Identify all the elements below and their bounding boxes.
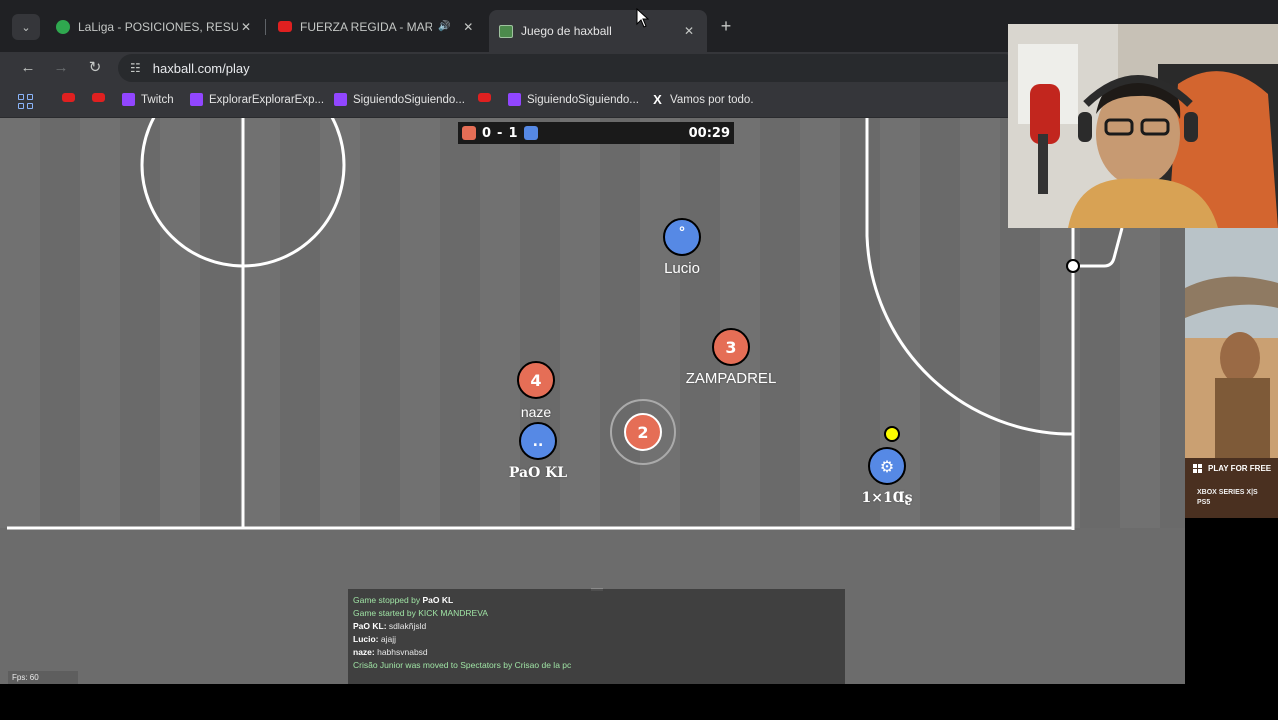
bookmark-explorar[interactable]: ExplorarExplorarExp... bbox=[190, 93, 324, 106]
fps-counter: Fps: 60 bbox=[8, 671, 78, 684]
tab-laliga[interactable]: LaLiga - POSICIONES, RESULTADOS ✕ bbox=[46, 10, 264, 43]
scoreboard: 0 - 1 00:29 bbox=[458, 122, 734, 144]
youtube-icon bbox=[92, 93, 105, 102]
back-button[interactable]: ← bbox=[18, 58, 38, 78]
chat-line: Crisão Junior was moved to Spectators by… bbox=[353, 660, 572, 670]
windows-icon bbox=[1193, 464, 1202, 473]
x-icon: X bbox=[653, 92, 662, 107]
bookmark-twitch[interactable]: Twitch bbox=[122, 93, 174, 106]
twitch-icon bbox=[334, 93, 347, 106]
streamer-video-image bbox=[1008, 24, 1278, 228]
url-text: haxball.com/play bbox=[152, 60, 250, 76]
chat-line: Game started by KICK MANDREVA bbox=[353, 608, 488, 618]
address-bar[interactable]: ☷ haxball.com/play bbox=[118, 54, 1018, 82]
player-pao-kl: .. bbox=[519, 422, 557, 460]
player-avatar: 2 bbox=[637, 423, 648, 442]
chat-log[interactable]: Game stopped by PaO KL Game started by K… bbox=[348, 589, 845, 684]
player-1x1as: ⚙ bbox=[868, 447, 906, 485]
ad-artwork-image bbox=[1185, 228, 1278, 518]
chat-line: Lucio: ajajj bbox=[353, 634, 396, 644]
chat-line: PaO KL: sdlakñjsld bbox=[353, 621, 427, 631]
tab-title: FUERZA REGIDA - MARLBORO bbox=[300, 19, 433, 34]
bookmark-vamos[interactable]: X Vamos por todo. bbox=[651, 92, 753, 107]
tab-divider bbox=[265, 19, 266, 35]
player-avatar: ° bbox=[679, 225, 686, 241]
player-avatar: 3 bbox=[725, 338, 736, 357]
ad-play-for-free[interactable]: PLAY FOR FREE bbox=[1193, 464, 1271, 473]
youtube-icon bbox=[478, 93, 491, 102]
player-name-naze: naze bbox=[520, 404, 552, 420]
youtube-icon bbox=[62, 93, 75, 102]
close-icon[interactable]: ✕ bbox=[460, 20, 476, 34]
tab-fuerza-regida[interactable]: FUERZA REGIDA - MARLBORO 🔊 ✕ bbox=[268, 10, 486, 43]
speaker-icon[interactable]: 🔊 bbox=[438, 21, 450, 32]
forward-button[interactable]: → bbox=[51, 58, 71, 78]
close-icon[interactable]: ✕ bbox=[681, 24, 697, 38]
youtube-favicon-icon bbox=[278, 21, 292, 32]
bookmark-siguiendo-1[interactable]: SiguiendoSiguiendo... bbox=[334, 93, 465, 106]
bookmark-siguiendo-2[interactable]: SiguiendoSiguiendo... bbox=[508, 93, 639, 106]
mouse-cursor-icon bbox=[636, 8, 650, 28]
blue-score: 1 bbox=[508, 125, 518, 141]
player-name-pao-kl: PaO KL bbox=[508, 465, 568, 481]
new-tab-button[interactable]: + bbox=[716, 16, 736, 36]
apps-grid-icon[interactable] bbox=[18, 94, 33, 109]
match-timer: 00:29 bbox=[688, 125, 730, 141]
score-separator: - bbox=[497, 125, 503, 141]
haxball-favicon-icon bbox=[499, 24, 513, 38]
bookmark-youtube-1[interactable] bbox=[62, 93, 81, 102]
player-avatar: .. bbox=[533, 434, 544, 450]
player-zampadrel: 3 bbox=[712, 328, 750, 366]
bookmark-youtube-3[interactable] bbox=[478, 93, 497, 102]
advertisement-banner[interactable]: PLAY FOR FREE XBOX SERIES X|S PS5 bbox=[1185, 228, 1278, 518]
player-lucio: ° bbox=[663, 218, 701, 256]
twitch-icon bbox=[508, 93, 521, 106]
chevron-down-icon: ⌄ bbox=[21, 21, 31, 34]
tab-title: Juego de haxball bbox=[521, 24, 612, 38]
tab-title: LaLiga - POSICIONES, RESULTADOS bbox=[78, 19, 238, 34]
ad-platforms: XBOX SERIES X|S PS5 bbox=[1197, 489, 1258, 506]
player-avatar: 4 bbox=[530, 371, 541, 390]
ball bbox=[884, 426, 900, 442]
gear-icon: ⚙ bbox=[880, 457, 894, 476]
red-team-marker bbox=[462, 126, 476, 140]
reload-button[interactable]: ↻ bbox=[85, 58, 105, 78]
tab-haxball[interactable]: Juego de haxball ✕ bbox=[489, 10, 707, 52]
red-score: 0 bbox=[482, 125, 492, 141]
player-naze: 4 bbox=[517, 361, 555, 399]
goal-post bbox=[1066, 259, 1080, 273]
twitch-icon bbox=[190, 93, 203, 106]
twitch-icon bbox=[122, 93, 135, 106]
blue-team-marker bbox=[523, 126, 538, 140]
tab-search-button[interactable]: ⌄ bbox=[12, 14, 40, 40]
webcam-overlay bbox=[1008, 24, 1278, 228]
bookmark-youtube-2[interactable] bbox=[92, 93, 111, 102]
player-name-1x1as: 1×1Ɑʂ bbox=[861, 490, 913, 506]
chat-line: Game stopped by PaO KL bbox=[353, 595, 454, 605]
site-info-icon[interactable]: ☷ bbox=[130, 61, 141, 75]
chat-line: naze: habhsvnabsd bbox=[353, 647, 428, 657]
close-icon[interactable]: ✕ bbox=[238, 20, 254, 34]
player-name-lucio: Lucio bbox=[664, 260, 700, 277]
player-name-zampadrel: ZAMPADREL bbox=[685, 370, 777, 387]
laliga-favicon-icon bbox=[56, 19, 70, 34]
ad-empty-space bbox=[1185, 518, 1278, 684]
